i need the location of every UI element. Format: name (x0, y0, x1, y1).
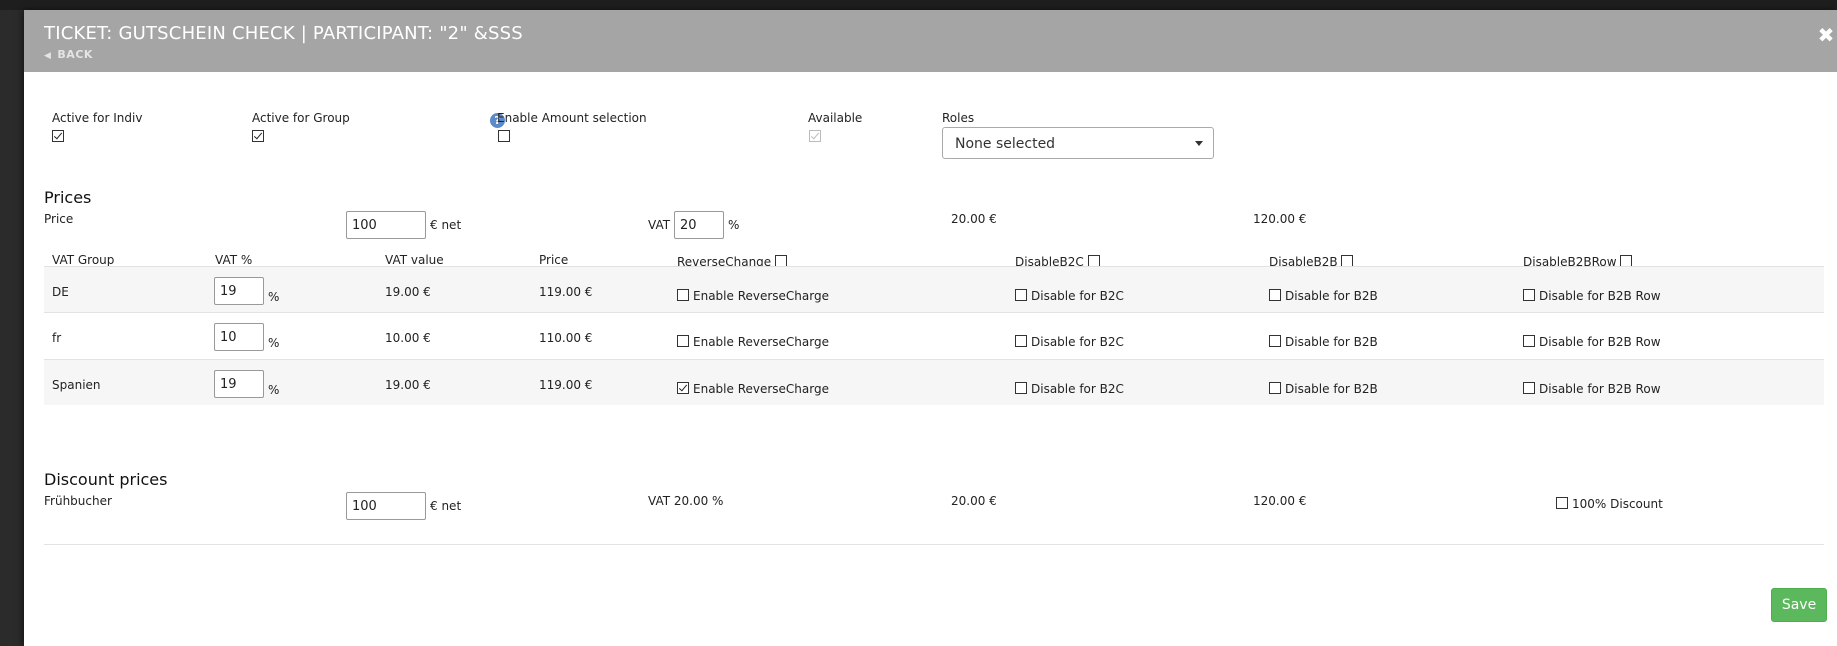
active-indiv-checkbox[interactable] (52, 130, 64, 142)
row-reverse-charge[interactable]: Enable ReverseCharge (677, 382, 829, 396)
reverse-charge-label: Enable ReverseCharge (693, 289, 829, 303)
row-disable-b2b-row[interactable]: Disable for B2B Row (1523, 289, 1661, 303)
full-discount-checkbox[interactable] (1556, 497, 1568, 509)
row-price: 119.00 € (539, 378, 593, 392)
discount-price-input[interactable] (346, 492, 426, 520)
row-disable-b2b[interactable]: Disable for B2B (1269, 382, 1378, 396)
row-vat-percent-input[interactable] (214, 323, 264, 351)
modal-title: TICKET: GUTSCHEIN CHECK | PARTICIPANT: "… (44, 23, 523, 44)
row-disable-b2c[interactable]: Disable for B2C (1015, 335, 1124, 349)
row-disable-b2b-row[interactable]: Disable for B2B Row (1523, 335, 1661, 349)
disable-b2b-checkbox[interactable] (1269, 382, 1281, 394)
price-label: Price (44, 212, 74, 226)
enable-amount-label: Enable Amount selection (497, 111, 647, 125)
reverse-charge-label: Enable ReverseCharge (693, 335, 829, 349)
active-group-label: Active for Group (252, 111, 350, 125)
disable-b2b-row-label: Disable for B2B Row (1539, 289, 1661, 303)
row-vat-percent-unit: % (268, 290, 280, 304)
active-indiv-label: Active for Indiv (52, 111, 143, 125)
full-discount-option[interactable]: 100% Discount (1556, 497, 1663, 511)
caret-left-icon: ◀ (44, 51, 52, 61)
disable-b2b-row-label: Disable for B2B Row (1539, 335, 1661, 349)
disable-b2b-row-checkbox[interactable] (1523, 289, 1535, 301)
reverse-charge-label: Enable ReverseCharge (693, 382, 829, 396)
row-price: 110.00 € (539, 331, 593, 345)
disable-b2b-checkbox[interactable] (1269, 335, 1281, 347)
enable-amount-checkbox[interactable] (498, 130, 510, 142)
discount-gross: 120.00 € (1253, 494, 1307, 508)
caret-down-icon (1195, 141, 1203, 146)
row-vat-percent-input[interactable] (214, 370, 264, 398)
discount-vat: VAT 20.00 % (648, 494, 724, 508)
row-divider (44, 312, 1824, 313)
ticket-modal: TICKET: GUTSCHEIN CHECK | PARTICIPANT: "… (24, 10, 1837, 646)
disable-b2c-label: Disable for B2C (1031, 289, 1124, 303)
row-divider (44, 359, 1824, 360)
disable-b2b-checkbox[interactable] (1269, 289, 1281, 301)
row-vat-percent-unit: % (268, 383, 280, 397)
disable-b2c-label: Disable for B2C (1031, 335, 1124, 349)
row-vat-group: Spanien (52, 378, 101, 392)
row-vat-value: 19.00 € (385, 378, 431, 392)
col-header-vat-value: VAT value (385, 253, 444, 267)
row-reverse-charge[interactable]: Enable ReverseCharge (677, 289, 829, 303)
price-input[interactable] (346, 211, 426, 239)
row-vat-value: 19.00 € (385, 285, 431, 299)
row-vat-value: 10.00 € (385, 331, 431, 345)
row-disable-b2b[interactable]: Disable for B2B (1269, 335, 1378, 349)
backdrop (0, 0, 1837, 10)
discount-unit: € net (430, 499, 462, 513)
vat-label: VAT (648, 218, 671, 232)
active-group-checkbox[interactable] (252, 130, 264, 142)
col-header-vat-percent: VAT % (215, 253, 253, 267)
price-unit: € net (430, 218, 462, 232)
disable-b2b-label: Disable for B2B (1285, 382, 1378, 396)
discount-label: Frühbucher (44, 494, 112, 508)
prices-heading: Prices (44, 188, 92, 207)
close-icon[interactable]: ✖ (1815, 24, 1837, 46)
disable-b2b-label: Disable for B2B (1285, 289, 1378, 303)
discount-heading: Discount prices (44, 470, 168, 489)
roles-select[interactable]: None selected (942, 127, 1214, 159)
row-vat-group: fr (52, 331, 62, 345)
available-label: Available (808, 111, 863, 125)
row-price: 119.00 € (539, 285, 593, 299)
modal-header: TICKET: GUTSCHEIN CHECK | PARTICIPANT: "… (24, 10, 1837, 72)
save-button[interactable]: Save (1771, 588, 1827, 622)
section-divider (44, 544, 1824, 545)
row-vat-group: DE (52, 285, 69, 299)
disable-b2b-row-checkbox[interactable] (1523, 382, 1535, 394)
reverse-charge-checkbox[interactable] (677, 382, 689, 394)
back-label: BACK (57, 48, 93, 61)
reverse-charge-checkbox[interactable] (677, 335, 689, 347)
discount-vat-amount: 20.00 € (951, 494, 997, 508)
full-discount-label: 100% Discount (1572, 497, 1663, 511)
row-disable-b2c[interactable]: Disable for B2C (1015, 289, 1124, 303)
vat-unit: % (728, 218, 740, 232)
gross-price: 120.00 € (1253, 212, 1307, 226)
row-vat-percent-input[interactable] (214, 277, 264, 305)
disable-b2b-label: Disable for B2B (1285, 335, 1378, 349)
row-disable-b2c[interactable]: Disable for B2C (1015, 382, 1124, 396)
row-reverse-charge[interactable]: Enable ReverseCharge (677, 335, 829, 349)
row-divider (44, 266, 1824, 267)
roles-label: Roles (942, 111, 975, 125)
col-header-price: Price (539, 253, 569, 267)
disable-b2b-row-label: Disable for B2B Row (1539, 382, 1661, 396)
row-vat-percent-unit: % (268, 336, 280, 350)
vat-amount: 20.00 € (951, 212, 997, 226)
disable-b2c-checkbox[interactable] (1015, 289, 1027, 301)
disable-b2c-checkbox[interactable] (1015, 335, 1027, 347)
disable-b2c-checkbox[interactable] (1015, 382, 1027, 394)
reverse-charge-checkbox[interactable] (677, 289, 689, 301)
disable-b2c-label: Disable for B2C (1031, 382, 1124, 396)
available-checkbox (809, 130, 821, 142)
row-disable-b2b[interactable]: Disable for B2B (1269, 289, 1378, 303)
roles-select-value: None selected (955, 136, 1056, 152)
back-link[interactable]: ◀ BACK (44, 48, 93, 61)
vat-input[interactable] (674, 211, 724, 239)
col-header-vat-group: VAT Group (52, 253, 115, 267)
disable-b2b-row-checkbox[interactable] (1523, 335, 1535, 347)
row-disable-b2b-row[interactable]: Disable for B2B Row (1523, 382, 1661, 396)
